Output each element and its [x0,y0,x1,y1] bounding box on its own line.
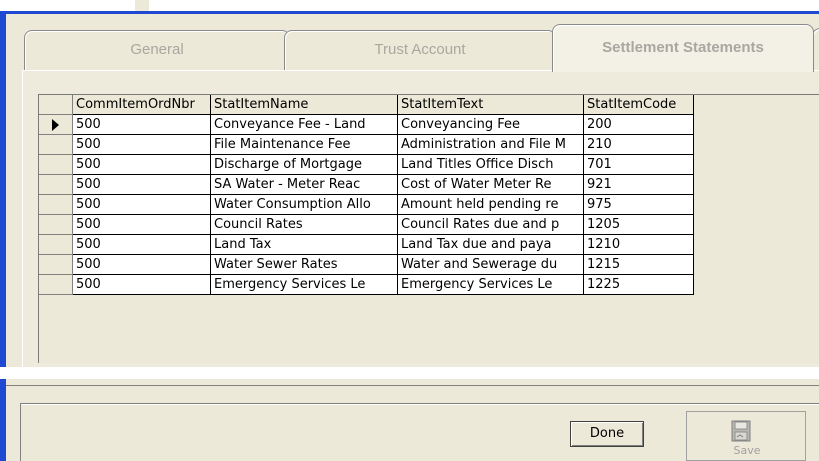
table-row[interactable]: 500 Land Tax Land Tax due and paya 1210 [39,234,694,255]
cell-commitemordnbr[interactable]: 500 [72,114,211,135]
row-selector[interactable] [39,134,73,155]
cell-statitemname[interactable]: SA Water - Meter Reac [210,174,398,195]
cell-commitemordnbr[interactable]: 500 [72,174,211,195]
table-row[interactable]: 500 File Maintenance Fee Administration … [39,134,694,155]
save-button-label: Save [733,444,761,457]
cell-commitemordnbr[interactable]: 500 [72,214,211,235]
cell-statitemcode[interactable]: 1225 [583,274,694,295]
data-grid[interactable]: CommItemOrdNbr StatItemName StatItemText… [38,94,819,363]
cell-commitemordnbr[interactable]: 500 [72,254,211,275]
tab-settlement-statements[interactable]: Settlement Statements [552,24,814,72]
cell-statitemname[interactable]: Emergency Services Le [210,274,398,295]
cell-statitemtext[interactable]: Land Titles Office Disch [397,154,584,175]
table-row[interactable]: 500 Conveyance Fee - Land Conveyancing F… [39,114,694,135]
main-window: General Trust Account Settlement Stateme… [0,11,819,381]
cell-statitemcode[interactable]: 1205 [583,214,694,235]
row-selector[interactable] [39,154,73,175]
row-selector[interactable] [39,274,73,295]
cell-statitemcode[interactable]: 200 [583,114,694,135]
cell-statitemcode[interactable]: 921 [583,174,694,195]
divider [20,403,21,461]
column-header-statitemcode[interactable]: StatItemCode [583,95,694,115]
cell-statitemcode[interactable]: 210 [583,134,694,155]
table-row[interactable]: 500 Emergency Services Le Emergency Serv… [39,274,694,295]
save-button[interactable]: Save [686,411,806,461]
row-selector[interactable] [39,174,73,195]
cell-commitemordnbr[interactable]: 500 [72,134,211,155]
cell-statitemname[interactable]: Council Rates [210,214,398,235]
row-selector[interactable] [39,214,73,235]
tab-trust-account[interactable]: Trust Account [284,30,556,70]
cell-statitemname[interactable]: Conveyance Fee - Land [210,114,398,135]
column-header-statitemtext[interactable]: StatItemText [397,95,584,115]
grid-header-row: CommItemOrdNbr StatItemName StatItemText… [39,95,694,115]
triangle-right-icon [52,118,59,131]
cell-statitemtext[interactable]: Administration and File M [397,134,584,155]
done-button[interactable]: Done [570,421,644,447]
cell-statitemtext[interactable]: Conveyancing Fee [397,114,584,135]
cell-commitemordnbr[interactable]: 500 [72,154,211,175]
cell-commitemordnbr[interactable]: 500 [72,194,211,215]
cell-statitemcode[interactable]: 1210 [583,234,694,255]
table-row[interactable]: 500 SA Water - Meter Reac Cost of Water … [39,174,694,195]
cell-statitemname[interactable]: Land Tax [210,234,398,255]
row-selector[interactable] [39,234,73,255]
column-header-statitemname[interactable]: StatItemName [210,95,398,115]
cell-statitemcode[interactable]: 701 [583,154,694,175]
table-row[interactable]: 500 Water Sewer Rates Water and Sewerage… [39,254,694,275]
cell-statitemtext[interactable]: Cost of Water Meter Re [397,174,584,195]
cell-statitemtext[interactable]: Water and Sewerage du [397,254,584,275]
cell-commitemordnbr[interactable]: 500 [72,234,211,255]
table-row[interactable]: 500 Water Consumption Allo Amount held p… [39,194,694,215]
cell-statitemtext[interactable]: Amount held pending re [397,194,584,215]
cell-statitemname[interactable]: Water Consumption Allo [210,194,398,215]
floppy-disk-icon [731,420,751,442]
cell-statitemtext[interactable]: Land Tax due and paya [397,234,584,255]
table-row[interactable]: 500 Council Rates Council Rates due and … [39,214,694,235]
grid-corner-cell[interactable] [39,95,73,115]
row-selector[interactable] [39,254,73,275]
cell-statitemname[interactable]: Water Sewer Rates [210,254,398,275]
column-header-commitemordnbr[interactable]: CommItemOrdNbr [72,95,211,115]
button-bar: Done Save [0,379,819,461]
row-selector[interactable] [39,114,73,135]
window-gap [0,367,819,379]
cell-statitemcode[interactable]: 975 [583,194,694,215]
tab-general[interactable]: General [24,30,290,70]
row-selector[interactable] [39,194,73,215]
cell-statitemcode[interactable]: 1215 [583,254,694,275]
cell-statitemname[interactable]: File Maintenance Fee [210,134,398,155]
cell-statitemtext[interactable]: Emergency Services Le [397,274,584,295]
cell-statitemtext[interactable]: Council Rates due and p [397,214,584,235]
tab-strip: General Trust Account Settlement Stateme… [22,24,819,72]
divider [6,379,819,386]
cell-commitemordnbr[interactable]: 500 [72,274,211,295]
cell-statitemname[interactable]: Discharge of Mortgage [210,154,398,175]
grid-table: CommItemOrdNbr StatItemName StatItemText… [39,95,694,295]
table-row[interactable]: 500 Discharge of Mortgage Land Titles Of… [39,154,694,175]
divider [20,404,819,405]
